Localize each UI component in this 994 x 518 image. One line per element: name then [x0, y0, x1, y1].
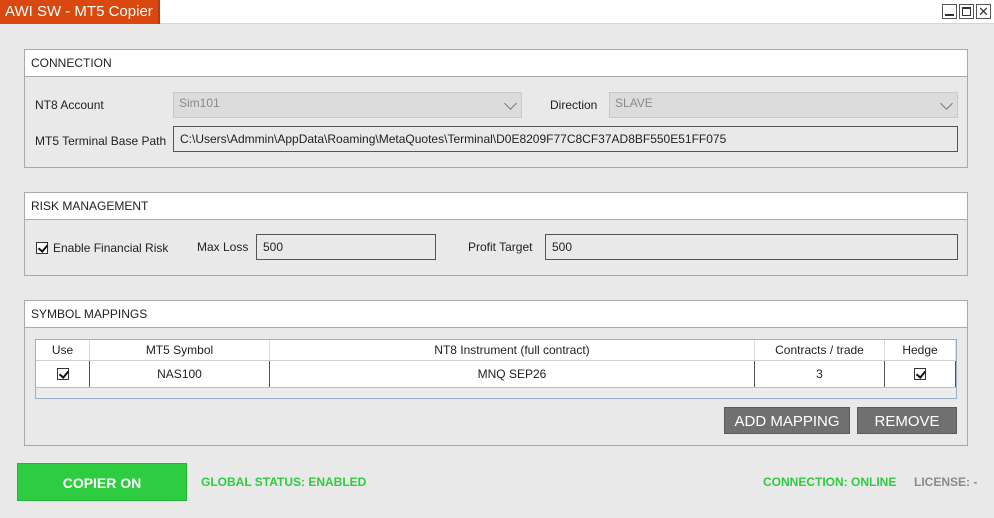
- mt5-symbol-cell[interactable]: NAS100: [90, 361, 270, 387]
- direction-label: Direction: [550, 98, 598, 112]
- column-mt5-symbol[interactable]: MT5 Symbol: [90, 340, 270, 360]
- connection-status: CONNECTION: ONLINE: [763, 475, 897, 489]
- symbol-mappings-header: SYMBOL MAPPINGS: [25, 301, 967, 328]
- column-contracts[interactable]: Contracts / trade: [755, 340, 885, 360]
- nt8-account-select[interactable]: Sim101: [173, 92, 522, 118]
- connection-group: CONNECTION NT8 Account Sim101 Direction …: [24, 49, 968, 168]
- profit-target-input[interactable]: 500: [545, 234, 958, 260]
- connection-header: CONNECTION: [25, 50, 967, 77]
- max-loss-label: Max Loss: [197, 240, 249, 254]
- column-nt8-instrument[interactable]: NT8 Instrument (full contract): [270, 340, 755, 360]
- nt8-instrument-cell[interactable]: MNQ SEP26: [270, 361, 755, 387]
- nt8-account-value: Sim101: [179, 96, 220, 110]
- profit-target-label: Profit Target: [468, 240, 533, 254]
- symbol-mappings-group: SYMBOL MAPPINGS Use MT5 Symbol NT8 Instr…: [24, 300, 968, 446]
- global-status: GLOBAL STATUS: ENABLED: [201, 475, 367, 489]
- chevron-down-icon: [940, 97, 953, 110]
- use-cell[interactable]: [36, 361, 90, 387]
- mt5-path-label: MT5 Terminal Base Path: [35, 134, 167, 148]
- column-use[interactable]: Use: [36, 340, 90, 360]
- direction-value: SLAVE: [615, 96, 653, 110]
- mt5-path-input[interactable]: C:\Users\Admmin\AppData\Roaming\MetaQuot…: [173, 126, 958, 152]
- enable-financial-risk-label: Enable Financial Risk: [53, 241, 169, 255]
- title-bar: AWI SW - MT5 Copier ✕: [0, 0, 994, 24]
- chevron-down-icon: [504, 97, 517, 110]
- minimize-icon[interactable]: [942, 4, 957, 19]
- column-hedge[interactable]: Hedge: [885, 340, 956, 360]
- copier-toggle-button[interactable]: COPIER ON: [17, 463, 187, 501]
- nt8-account-label: NT8 Account: [35, 98, 104, 112]
- table-header: Use MT5 Symbol NT8 Instrument (full cont…: [36, 340, 956, 361]
- close-icon[interactable]: ✕: [976, 4, 991, 19]
- window-controls: ✕: [942, 4, 991, 19]
- risk-management-group: RISK MANAGEMENT Enable Financial Risk Ma…: [24, 192, 968, 276]
- enable-financial-risk-checkbox[interactable]: [36, 242, 48, 254]
- remove-button[interactable]: REMOVE: [857, 407, 957, 434]
- direction-select[interactable]: SLAVE: [609, 92, 958, 118]
- symbol-mappings-table: Use MT5 Symbol NT8 Instrument (full cont…: [35, 339, 957, 399]
- license-status: LICENSE: -: [914, 475, 978, 489]
- add-mapping-button[interactable]: ADD MAPPING: [724, 407, 850, 434]
- max-loss-input[interactable]: 500: [256, 234, 436, 260]
- window-title: AWI SW - MT5 Copier: [0, 0, 160, 24]
- hedge-checkbox[interactable]: [914, 368, 926, 380]
- contracts-cell[interactable]: 3: [755, 361, 885, 387]
- risk-header: RISK MANAGEMENT: [25, 193, 967, 220]
- maximize-icon[interactable]: [959, 4, 974, 19]
- table-row[interactable]: NAS100 MNQ SEP26 3: [36, 361, 956, 388]
- hedge-cell[interactable]: [885, 361, 956, 387]
- use-checkbox[interactable]: [57, 368, 69, 380]
